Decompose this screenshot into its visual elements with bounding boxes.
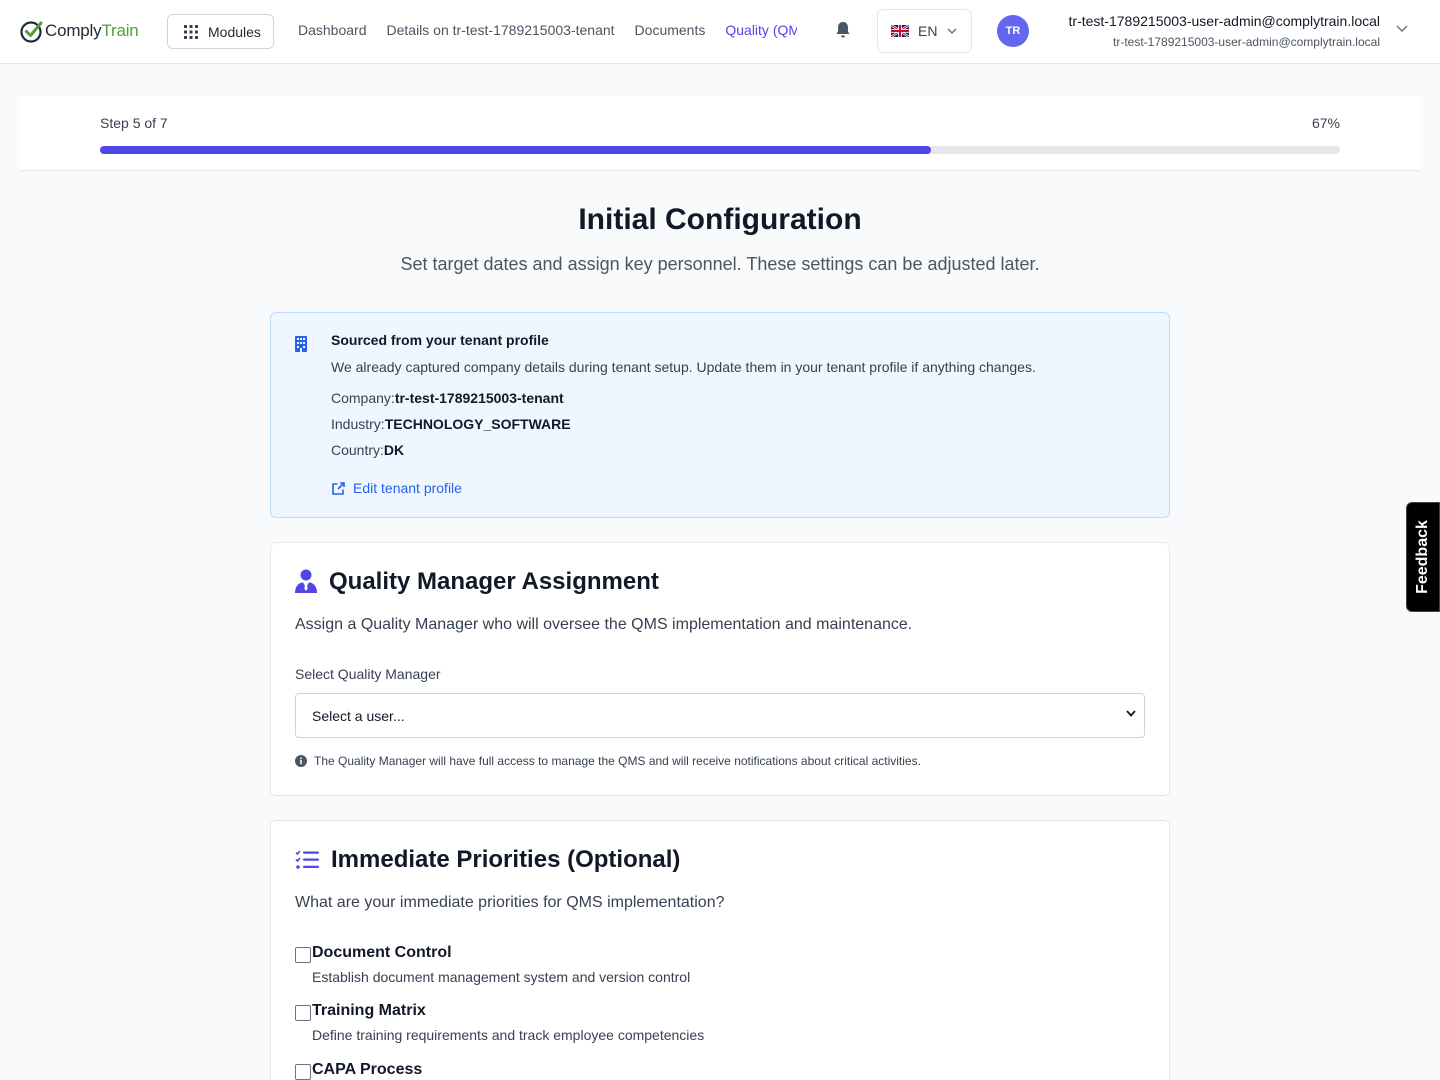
company-value: tr-test-1789215003-tenant xyxy=(394,390,564,406)
chevron-down-icon xyxy=(947,28,957,34)
modules-label: Modules xyxy=(208,23,261,40)
language-label: EN xyxy=(918,23,938,39)
step-label: Step 5 of 7 xyxy=(100,115,168,131)
main-nav: Dashboard Details on tr-test-1789215003-… xyxy=(298,22,797,38)
feedback-label: Feedback xyxy=(1414,520,1431,594)
user-email: tr-test-1789215003-user-admin@complytrai… xyxy=(1113,35,1380,49)
info-description: We already captured company details duri… xyxy=(331,359,1036,375)
info-icon xyxy=(295,755,307,767)
page-subtitle: Set target dates and assign key personne… xyxy=(400,254,1040,274)
immediate-priorities-card: Immediate Priorities (Optional) What are… xyxy=(270,820,1170,1080)
progress-percent: 67% xyxy=(1311,115,1340,131)
priority-description: Establish document management system and… xyxy=(312,969,691,985)
priorities-description: What are your immediate priorities for Q… xyxy=(295,894,725,911)
modules-button[interactable]: Modules xyxy=(167,14,274,49)
quality-manager-select[interactable]: Select a user... xyxy=(295,693,1145,738)
priority-title[interactable]: Training Matrix xyxy=(312,1002,426,1020)
quality-manager-title: Quality Manager Assignment xyxy=(329,568,659,595)
chevron-down-icon[interactable] xyxy=(1396,25,1408,33)
tenant-profile-info: Sourced from your tenant profile We alre… xyxy=(270,312,1170,518)
user-avatar[interactable]: TR xyxy=(997,15,1029,47)
language-selector[interactable]: EN xyxy=(877,9,972,53)
top-navigation-bar: ComplyTrain Modules Dashboard Details on… xyxy=(0,0,1440,64)
country-row: Country:DK xyxy=(331,442,405,458)
bell-icon[interactable] xyxy=(835,21,851,39)
quality-manager-hint: The Quality Manager will have full acces… xyxy=(295,754,921,768)
quality-manager-description: Assign a Quality Manager who will overse… xyxy=(295,616,913,633)
priority-description: Define training requirements and track e… xyxy=(312,1027,705,1043)
nav-dashboard[interactable]: Dashboard xyxy=(298,22,367,38)
progress-fill xyxy=(100,146,931,154)
industry-row: Industry:TECHNOLOGY_SOFTWARE xyxy=(331,416,571,432)
nav-documents[interactable]: Documents xyxy=(635,22,706,38)
info-title: Sourced from your tenant profile xyxy=(331,332,549,348)
company-row: Company:tr-test-1789215003-tenant xyxy=(331,390,564,406)
logo-text: ComplyTrain xyxy=(45,21,139,40)
nav-quality-qms[interactable]: Quality (QMS) xyxy=(725,22,797,38)
training-matrix-checkbox[interactable] xyxy=(295,1005,311,1021)
capa-process-checkbox[interactable] xyxy=(295,1064,311,1080)
check-circle-logo-icon xyxy=(20,21,43,43)
edit-tenant-profile-link[interactable]: Edit tenant profile xyxy=(331,480,462,496)
priority-title[interactable]: CAPA Process xyxy=(312,1061,422,1079)
user-name[interactable]: tr-test-1789215003-user-admin@complytrai… xyxy=(1069,13,1380,29)
building-icon xyxy=(295,336,307,352)
priorities-title: Immediate Priorities (Optional) xyxy=(331,846,681,873)
user-tie-icon xyxy=(295,569,317,593)
feedback-tab[interactable]: Feedback xyxy=(1406,502,1440,612)
progress-track xyxy=(100,146,1340,154)
page-title: Initial Configuration xyxy=(578,203,862,236)
grid-icon xyxy=(184,24,198,39)
select-quality-manager-label: Select Quality Manager xyxy=(295,666,441,682)
priority-title[interactable]: Document Control xyxy=(312,944,452,962)
chevron-down-icon xyxy=(1126,710,1136,717)
document-control-checkbox[interactable] xyxy=(295,947,311,963)
industry-value: TECHNOLOGY_SOFTWARE xyxy=(384,416,571,432)
complytrain-logo[interactable]: ComplyTrain xyxy=(20,18,139,44)
country-value: DK xyxy=(383,442,405,458)
list-check-icon xyxy=(295,850,319,869)
quality-manager-card: Quality Manager Assignment Assign a Qual… xyxy=(270,542,1170,796)
nav-tenant-details[interactable]: Details on tr-test-1789215003-tenant xyxy=(387,22,615,38)
external-link-icon xyxy=(332,481,345,495)
uk-flag-icon xyxy=(891,25,909,37)
wizard-progress: Step 5 of 7 67% xyxy=(20,96,1420,171)
